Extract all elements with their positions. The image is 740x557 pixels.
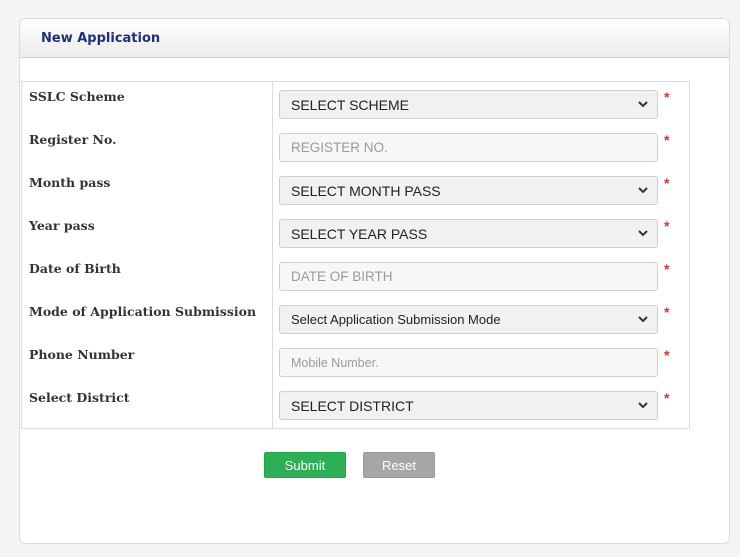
required-asterisk: * [664, 390, 670, 406]
register-no-label: Register No. [29, 132, 117, 147]
form-row-register-no: Register No. REGISTER NO. * [22, 127, 689, 169]
register-no-input[interactable]: REGISTER NO. [279, 133, 658, 162]
required-asterisk: * [664, 304, 670, 320]
chevron-down-icon [638, 187, 648, 194]
form-row-sslc-scheme: SSLC Scheme SELECT SCHEME * [22, 84, 689, 126]
sslc-scheme-label: SSLC Scheme [29, 89, 125, 104]
form-row-district: Select District SELECT DISTRICT * [22, 385, 689, 427]
phone-number-label: Phone Number [29, 347, 135, 362]
required-asterisk: * [664, 132, 670, 148]
submission-mode-label: Mode of Application Submission [29, 304, 257, 319]
chevron-down-icon [638, 230, 648, 237]
phone-number-input[interactable]: Mobile Number. [279, 348, 658, 377]
submit-button[interactable]: Submit [264, 452, 346, 478]
district-select[interactable]: SELECT DISTRICT [279, 391, 658, 420]
page-title: New Application [41, 30, 161, 46]
form-row-phone-number: Phone Number Mobile Number. * [22, 342, 689, 384]
phone-number-placeholder: Mobile Number. [291, 355, 379, 370]
year-pass-value: SELECT YEAR PASS [291, 225, 428, 242]
application-form: SSLC Scheme SELECT SCHEME * Register No.… [21, 81, 690, 429]
year-pass-label: Year pass [29, 218, 95, 233]
reset-button[interactable]: Reset [363, 452, 435, 478]
card-header: New Application [20, 19, 729, 58]
month-pass-value: SELECT MONTH PASS [291, 182, 441, 199]
form-row-month-pass: Month pass SELECT MONTH PASS * [22, 170, 689, 212]
form-row-year-pass: Year pass SELECT YEAR PASS * [22, 213, 689, 255]
required-asterisk: * [664, 261, 670, 277]
chevron-down-icon [638, 402, 648, 409]
required-asterisk: * [664, 175, 670, 191]
required-asterisk: * [664, 347, 670, 363]
form-row-submission-mode: Mode of Application Submission Select Ap… [22, 299, 689, 341]
date-of-birth-label: Date of Birth [29, 261, 121, 276]
register-no-placeholder: REGISTER NO. [291, 140, 388, 155]
date-of-birth-input[interactable]: DATE OF BIRTH [279, 262, 658, 291]
sslc-scheme-select[interactable]: SELECT SCHEME [279, 90, 658, 119]
form-row-date-of-birth: Date of Birth DATE OF BIRTH * [22, 256, 689, 298]
month-pass-select[interactable]: SELECT MONTH PASS [279, 176, 658, 205]
district-label: Select District [29, 390, 130, 405]
required-asterisk: * [664, 89, 670, 105]
submission-mode-value: Select Application Submission Mode [291, 312, 501, 327]
district-value: SELECT DISTRICT [291, 397, 414, 414]
chevron-down-icon [638, 316, 648, 323]
year-pass-select[interactable]: SELECT YEAR PASS [279, 219, 658, 248]
submission-mode-select[interactable]: Select Application Submission Mode [279, 305, 658, 334]
date-of-birth-placeholder: DATE OF BIRTH [291, 269, 393, 284]
sslc-scheme-value: SELECT SCHEME [291, 96, 409, 113]
required-asterisk: * [664, 218, 670, 234]
chevron-down-icon [638, 101, 648, 108]
month-pass-label: Month pass [29, 175, 111, 190]
